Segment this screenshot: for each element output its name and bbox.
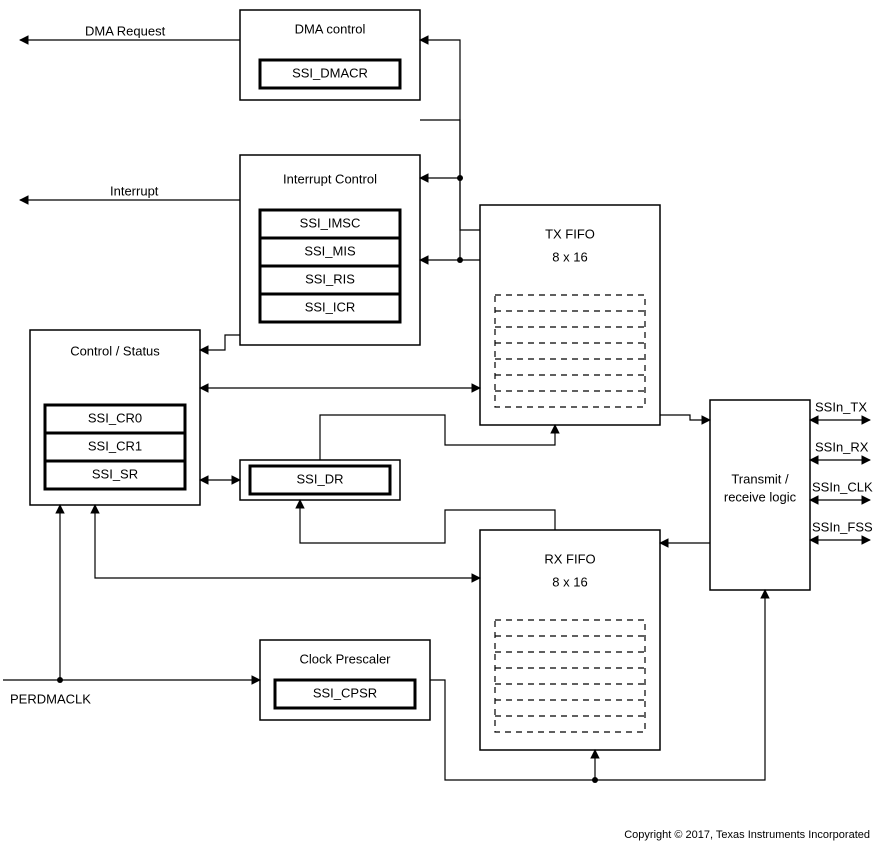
dma-request-label: DMA Request — [85, 23, 166, 38]
ssin-rx-label: SSIn_RX — [815, 439, 869, 454]
control-reg-0: SSI_CR0 — [88, 410, 142, 425]
control-reg-1: SSI_CR1 — [88, 438, 142, 453]
txrx-line2: receive logic — [724, 489, 797, 504]
rx-fifo-size: 8 x 16 — [552, 574, 587, 589]
interrupt-reg-3: SSI_ICR — [305, 299, 356, 314]
tx-fifo-size: 8 x 16 — [552, 249, 587, 264]
control-status-block: Control / Status SSI_CR0 SSI_CR1 SSI_SR — [30, 330, 200, 505]
dma-control-title: DMA control — [295, 21, 366, 36]
interrupt-label: Interrupt — [110, 183, 159, 198]
interrupt-reg-2: SSI_RIS — [305, 271, 355, 286]
interrupt-reg-1: SSI_MIS — [304, 243, 356, 258]
clock-prescaler-reg: SSI_CPSR — [313, 685, 377, 700]
interrupt-control-title: Interrupt Control — [283, 171, 377, 186]
interrupt-control-block: Interrupt Control SSI_IMSC SSI_MIS SSI_R… — [240, 155, 420, 345]
control-status-title: Control / Status — [70, 343, 160, 358]
data-register-label: SSI_DR — [297, 471, 344, 486]
clock-prescaler-block: Clock Prescaler SSI_CPSR — [260, 640, 430, 720]
txrx-line1: Transmit / — [731, 471, 789, 486]
clock-prescaler-title: Clock Prescaler — [299, 651, 391, 666]
rx-fifo-title: RX FIFO — [544, 551, 595, 566]
ssin-tx-label: SSIn_TX — [815, 399, 867, 414]
ssin-clk-label: SSIn_CLK — [812, 479, 873, 494]
tx-fifo-title: TX FIFO — [545, 226, 595, 241]
ssi-block-diagram: DMA control SSI_DMACR Interrupt Control … — [0, 0, 878, 854]
txrx-logic-block: Transmit / receive logic — [710, 400, 810, 590]
dma-register: SSI_DMACR — [292, 65, 368, 80]
dma-control-block: DMA control SSI_DMACR — [240, 10, 420, 100]
perdmaclk-label: PERDMACLK — [10, 691, 91, 706]
ssin-fss-label: SSIn_FSS — [812, 519, 873, 534]
rx-fifo-block: RX FIFO 8 x 16 — [480, 530, 660, 750]
tx-fifo-block: TX FIFO 8 x 16 — [480, 205, 660, 425]
control-reg-2: SSI_SR — [92, 466, 138, 481]
interrupt-reg-0: SSI_IMSC — [300, 215, 361, 230]
data-register-block: SSI_DR — [240, 460, 400, 500]
copyright-text: Copyright © 2017, Texas Instruments Inco… — [624, 829, 870, 841]
